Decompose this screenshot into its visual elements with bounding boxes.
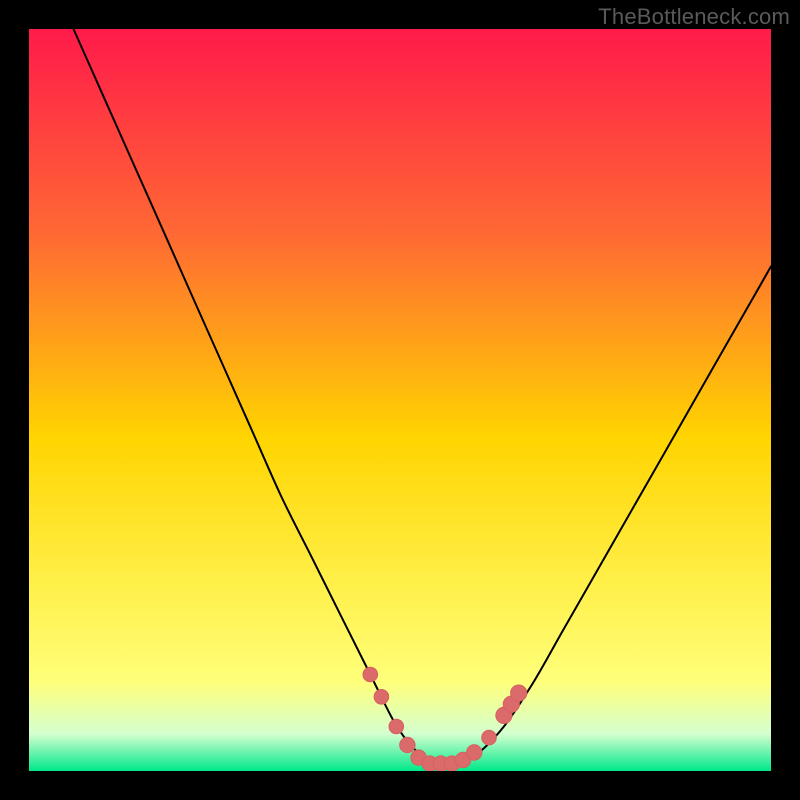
attribution-label: TheBottleneck.com (598, 4, 790, 30)
marker-point (363, 667, 378, 682)
bottleneck-chart (29, 29, 771, 771)
marker-point (374, 690, 389, 705)
plot-area (29, 29, 771, 771)
gradient-background (29, 29, 771, 771)
marker-point (389, 719, 404, 734)
marker-point (482, 730, 497, 745)
marker-point (511, 685, 527, 701)
chart-container: TheBottleneck.com (0, 0, 800, 800)
marker-point (467, 745, 482, 760)
marker-point (400, 737, 415, 752)
